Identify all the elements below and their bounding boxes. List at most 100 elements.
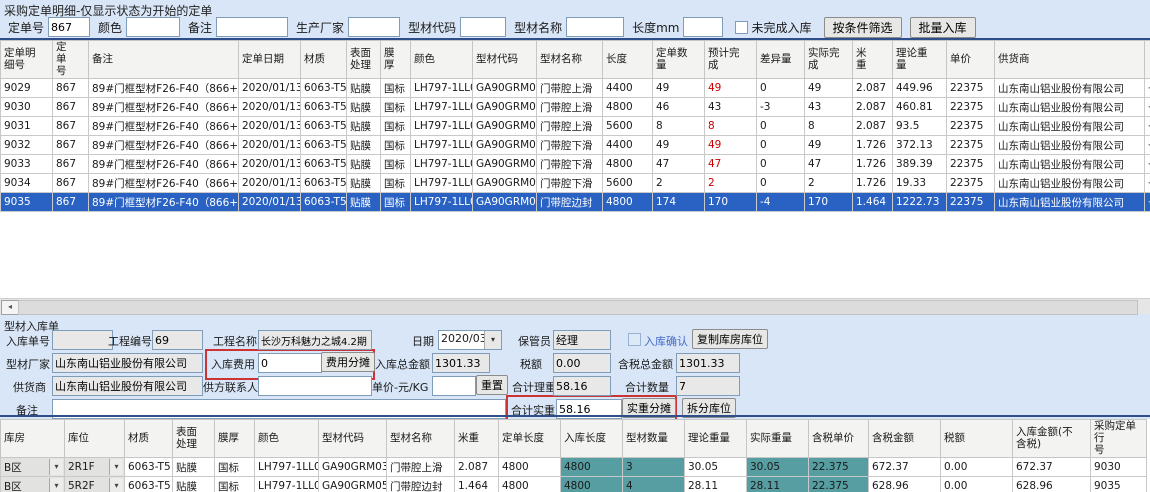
total-with-tax-input[interactable] [676, 353, 740, 373]
order-table-cell: 867 [53, 117, 89, 136]
inbound-table-column-header[interactable]: 型材数量 [623, 420, 685, 458]
order-table-cell: 9035 [1, 193, 53, 212]
filter-profile-name-input[interactable] [566, 17, 624, 37]
filter-profile-code-input[interactable] [460, 17, 506, 37]
filter-length-input[interactable] [683, 17, 723, 37]
inbound-table-column-header[interactable]: 颜色 [255, 420, 319, 458]
order-table-cell: 门带腔上滑 [537, 117, 603, 136]
order-table-column-header[interactable]: 定 单 号 [53, 41, 89, 79]
unfinished-inbound-checkbox[interactable] [735, 21, 748, 34]
project-name-input[interactable] [258, 330, 372, 350]
order-table-column-header[interactable]: 理论重 量 [893, 41, 947, 79]
inbound-table-column-header[interactable]: 表面 处理 [173, 420, 215, 458]
inbound-table-column-header[interactable]: 入库金额(不 含税) [1013, 420, 1091, 458]
reset-button[interactable]: 重置 [476, 375, 508, 395]
inbound-table-column-header[interactable]: 型材代码 [319, 420, 387, 458]
inbound-table-cell: 28.11 [685, 477, 747, 492]
supplier-input[interactable] [52, 376, 203, 396]
order-table-column-header[interactable] [1145, 41, 1150, 79]
order-table-cell: 47 [805, 155, 853, 174]
calendar-dropdown-icon[interactable]: ▾ [484, 331, 501, 349]
order-table-row[interactable]: 903086789#门框型材F26-F40（866+867）2020/01/13… [1, 98, 1150, 117]
inbound-table-column-header[interactable]: 型材名称 [387, 420, 455, 458]
inbound-table-column-header[interactable]: 理论重量 [685, 420, 747, 458]
order-table-column-header[interactable]: 材质 [301, 41, 347, 79]
filter-color-input[interactable] [126, 17, 180, 37]
date-picker[interactable]: 2020/03/31 ▾ [438, 330, 502, 350]
scrollbar-thumb[interactable] [18, 300, 1138, 315]
copy-location-button[interactable]: 复制库房库位 [692, 329, 768, 349]
inbound-table-column-header[interactable]: 含税单价 [809, 420, 869, 458]
inbound-confirm-checkbox[interactable] [628, 333, 641, 346]
order-table-column-header[interactable]: 型材名称 [537, 41, 603, 79]
inbound-table-column-header[interactable]: 实际重量 [747, 420, 809, 458]
order-table-column-header[interactable]: 米 重 [853, 41, 893, 79]
inbound-table-column-header[interactable]: 入库长度 [561, 420, 623, 458]
order-table-column-header[interactable]: 长度 [603, 41, 653, 79]
order-table-column-header[interactable]: 备注 [89, 41, 239, 79]
filter-manufacturer-input[interactable] [348, 17, 400, 37]
inbound-table-column-header[interactable]: 库房 [1, 420, 65, 458]
batch-inbound-button[interactable]: 批量入库 [910, 17, 976, 38]
order-table-column-header[interactable]: 差异量 [757, 41, 805, 79]
filter-by-condition-button[interactable]: 按条件筛选 [824, 17, 902, 38]
tax-input[interactable] [553, 353, 611, 373]
inbound-table-column-header[interactable]: 税额 [941, 420, 1013, 458]
order-table-row[interactable]: 903186789#门框型材F26-F40（866+867）2020/01/13… [1, 117, 1150, 136]
inbound-table-row[interactable]: B区▾2R1F▾6063-T5贴膜国标LH797-1LL0GA90GRM03门带… [1, 458, 1147, 477]
sum-theory-weight-input[interactable] [553, 376, 611, 396]
filter-remark-input[interactable] [216, 17, 288, 37]
order-table-row[interactable]: 903286789#门框型材F26-F40（866+867）2020/01/13… [1, 136, 1150, 155]
inbound-table-row[interactable]: B区▾5R2F▾6063-T5贴膜国标LH797-1LL0GA90GRM05门带… [1, 477, 1147, 492]
order-table-cell: 22375 [947, 79, 995, 98]
order-table-row[interactable]: 902986789#门框型材F26-F40（866+867）2020/01/13… [1, 79, 1150, 98]
contact-input[interactable] [258, 376, 372, 396]
inbound-table-column-header[interactable]: 米重 [455, 420, 499, 458]
inbound-table-column-header[interactable]: 库位 [65, 420, 125, 458]
keeper-input[interactable] [553, 330, 611, 350]
order-table-column-header[interactable]: 膜 厚 [381, 41, 411, 79]
dropdown-chevron-icon[interactable]: ▾ [109, 459, 123, 475]
scroll-left-arrow-icon[interactable]: ◂ [1, 300, 19, 315]
order-table-cell: 867 [53, 174, 89, 193]
order-table-column-header[interactable]: 定单日期 [239, 41, 301, 79]
order-table-column-header[interactable]: 供货商 [995, 41, 1145, 79]
order-table-column-header[interactable]: 单价 [947, 41, 995, 79]
fee-share-button[interactable]: 费用分摊 [321, 352, 375, 372]
horizontal-scrollbar[interactable]: ◂ [0, 298, 1150, 314]
inbound-table-column-header[interactable]: 定单长度 [499, 420, 561, 458]
order-table-cell: 贴膜 [347, 79, 381, 98]
dropdown-chevron-icon[interactable]: ▾ [49, 459, 63, 475]
filter-order-no-input[interactable] [48, 17, 90, 37]
inbound-table-column-header[interactable]: 膜厚 [215, 420, 255, 458]
inbound-table-cell: 门带腔边封 [387, 477, 455, 492]
order-table-column-header[interactable]: 定单数 量 [653, 41, 705, 79]
order-table-column-header[interactable]: 型材代码 [473, 41, 537, 79]
order-table-row[interactable]: 903586789#门框型材F26-F40（866+867）2020/01/13… [1, 193, 1150, 212]
project-no-input[interactable] [152, 330, 203, 350]
order-table-column-header[interactable]: 定单明 细号 [1, 41, 53, 79]
order-table-row[interactable]: 903386789#门框型材F26-F40（866+867）2020/01/13… [1, 155, 1150, 174]
dropdown-chevron-icon[interactable]: ▾ [49, 478, 63, 492]
order-table-column-header[interactable]: 实际完 成 [805, 41, 853, 79]
order-table-cell: 1.726 [853, 155, 893, 174]
order-table-column-header[interactable]: 颜色 [411, 41, 473, 79]
order-table-cell: 867 [53, 98, 89, 117]
order-table-column-header[interactable]: 表面 处理 [347, 41, 381, 79]
total-amount-input[interactable] [432, 353, 490, 373]
fee-input[interactable] [258, 353, 322, 373]
inbound-table-column-header[interactable]: 采购定单行 号 [1091, 420, 1147, 458]
inbound-grid: 库房库位材质表面 处理膜厚颜色型材代码型材名称米重定单长度入库长度型材数量理论重… [0, 419, 1150, 492]
inbound-table-column-header[interactable]: 含税金额 [869, 420, 941, 458]
order-table-row[interactable]: 903486789#门框型材F26-F40（866+867）2020/01/13… [1, 174, 1150, 193]
sum-qty-input[interactable] [676, 376, 740, 396]
order-table-cell: 8 [805, 117, 853, 136]
inbound-table-column-header[interactable]: 材质 [125, 420, 173, 458]
order-table-column-header[interactable]: 预计完 成 [705, 41, 757, 79]
order-table-cell: 5600 [603, 117, 653, 136]
inbound-no-input[interactable] [52, 330, 113, 350]
order-table-cell: 山东南山铝业股份有限公司 [995, 193, 1145, 212]
unit-price-input[interactable] [432, 376, 476, 396]
dropdown-chevron-icon[interactable]: ▾ [109, 478, 123, 492]
factory-input[interactable] [52, 353, 203, 373]
